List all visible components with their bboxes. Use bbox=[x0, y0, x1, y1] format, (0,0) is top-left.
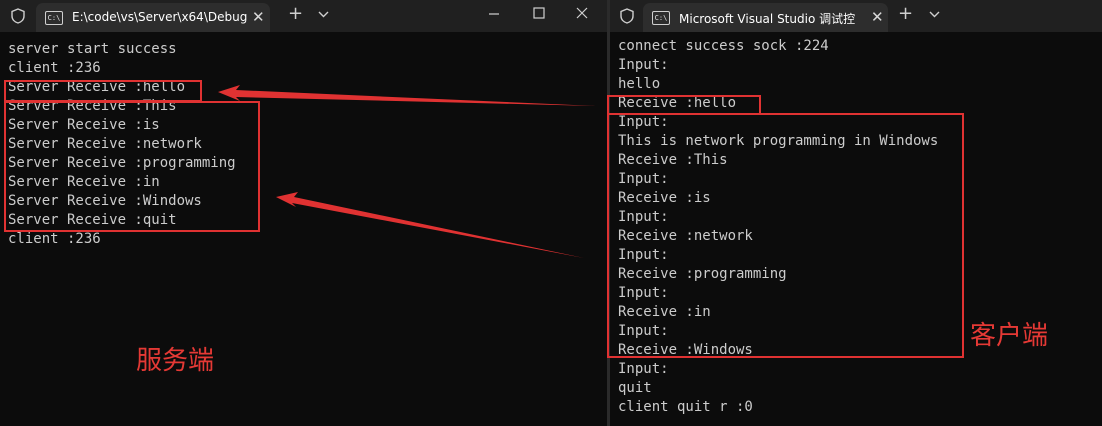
client-label: 客户端 bbox=[970, 321, 1049, 351]
arrow-to-server-hello bbox=[218, 85, 596, 106]
server-label: 服务端 bbox=[136, 346, 215, 376]
arrow-to-server-words bbox=[276, 192, 584, 258]
